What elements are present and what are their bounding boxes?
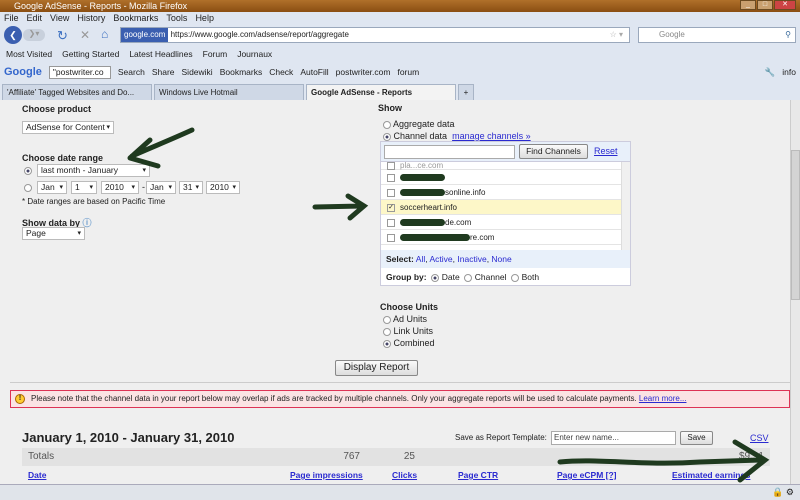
- menu-file[interactable]: File: [4, 12, 19, 24]
- new-tab-button[interactable]: +: [458, 84, 474, 100]
- window-title: Google AdSense - Reports - Mozilla Firef…: [14, 1, 188, 11]
- menu-bookmarks[interactable]: Bookmarks: [113, 12, 158, 24]
- scrollbar-thumb[interactable]: [791, 150, 800, 300]
- hand-drawn-arrow: [312, 193, 369, 221]
- status-bar: 🔒 ⚙: [0, 484, 800, 500]
- tab-label: 'Affiliate' Tagged Websites and Do...: [7, 88, 135, 97]
- menu-tools[interactable]: Tools: [166, 12, 187, 24]
- annotation-arrows: [127, 127, 770, 483]
- bookmark-getting-started[interactable]: Getting Started: [62, 46, 119, 62]
- search-placeholder: Google: [659, 30, 685, 39]
- menu-edit[interactable]: Edit: [27, 12, 43, 24]
- search-icon[interactable]: ⚲: [785, 28, 791, 42]
- status-icons: 🔒 ⚙: [772, 487, 794, 497]
- account-menu[interactable]: info: [782, 62, 800, 82]
- title-bar: Google AdSense - Reports - Mozilla Firef…: [0, 0, 800, 12]
- toolbar-postwriter[interactable]: postwriter.com: [336, 62, 391, 82]
- home-icon[interactable]: ⌂: [101, 27, 108, 41]
- tab-hotmail[interactable]: Windows Live Hotmail: [154, 84, 304, 100]
- page-scrollbar[interactable]: [790, 100, 800, 484]
- wrench-icon[interactable]: 🔧: [765, 62, 776, 82]
- bookmark-latest-headlines[interactable]: Latest Headlines: [129, 46, 192, 62]
- bookmark-forum[interactable]: Forum: [203, 46, 228, 62]
- back-button[interactable]: ❮: [4, 26, 22, 44]
- search-input[interactable]: Google ⚲: [638, 27, 796, 43]
- tab-affiliate[interactable]: 'Affiliate' Tagged Websites and Do...: [2, 84, 152, 100]
- google-logo: Google: [4, 66, 42, 78]
- toolbar-sidewiki[interactable]: Sidewiki: [182, 62, 213, 82]
- url-text: https://www.google.com/adsense/report/ag…: [170, 30, 349, 39]
- navigation-bar: ❮ ❯▾ ↻ ✕ ⌂ google.com https://www.google…: [0, 24, 800, 46]
- bookmark-journaux[interactable]: Journaux: [237, 46, 272, 62]
- menu-bar: File Edit View History Bookmarks Tools Help: [0, 12, 800, 24]
- window-controls: _ □ ✕: [740, 0, 796, 10]
- toolbar-bookmarks[interactable]: Bookmarks: [220, 62, 263, 82]
- tab-label: Windows Live Hotmail: [159, 88, 238, 97]
- close-button[interactable]: ✕: [774, 0, 796, 10]
- tab-strip: 'Affiliate' Tagged Websites and Do... Wi…: [0, 84, 800, 100]
- hand-drawn-arrow: [557, 439, 770, 483]
- bookmarks-toolbar: Most Visited Getting Started Latest Headli…: [0, 46, 800, 62]
- hand-drawn-arrow: [127, 127, 195, 169]
- toolbar-forum[interactable]: forum: [397, 62, 419, 82]
- menu-view[interactable]: View: [50, 12, 69, 24]
- minimize-button[interactable]: _: [740, 0, 756, 10]
- bookmark-star-icon[interactable]: ☆ ▾: [610, 28, 623, 42]
- toolbar-check[interactable]: Check: [269, 62, 293, 82]
- toolbar-share[interactable]: Share: [152, 62, 175, 82]
- site-identity-badge[interactable]: google.com: [121, 28, 169, 42]
- toolbar-search[interactable]: Search: [118, 62, 145, 82]
- tab-adsense-reports[interactable]: Google AdSense - Reports: [306, 84, 456, 100]
- reload-icon[interactable]: ↻: [57, 28, 68, 44]
- google-search-field[interactable]: "postwriter.co: [48, 65, 111, 79]
- menu-history[interactable]: History: [77, 12, 105, 24]
- toolbar-autofill[interactable]: AutoFill: [300, 62, 328, 82]
- stop-icon[interactable]: ✕: [80, 28, 90, 42]
- maximize-button[interactable]: □: [757, 0, 773, 10]
- google-toolbar: Google "postwriter.co Search Share Sidew…: [0, 62, 800, 82]
- bookmark-most-visited[interactable]: Most Visited: [6, 46, 52, 62]
- forward-button[interactable]: ❯▾: [23, 29, 45, 41]
- menu-help[interactable]: Help: [195, 12, 214, 24]
- url-bar[interactable]: google.com https://www.google.com/adsens…: [120, 27, 630, 43]
- tab-label: Google AdSense - Reports: [311, 88, 413, 97]
